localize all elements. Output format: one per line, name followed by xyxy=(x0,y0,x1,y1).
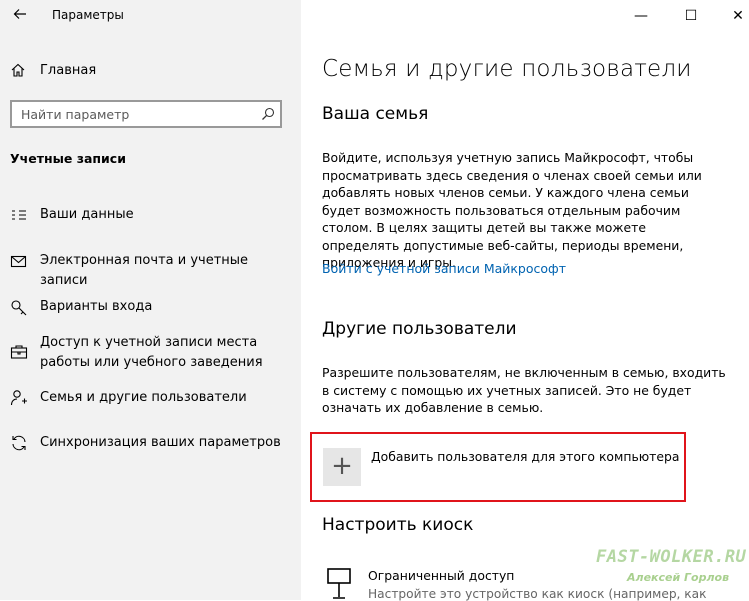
arrow-left-icon[interactable] xyxy=(10,6,30,26)
main-content: — ☐ ✕ Семья и другие пользователи Ваша с… xyxy=(301,0,749,601)
briefcase-icon xyxy=(10,345,28,359)
kiosk-heading: Настроить киоск xyxy=(322,515,474,535)
search-placeholder: Найти параметр xyxy=(21,107,130,122)
maximize-button[interactable]: ☐ xyxy=(681,6,701,26)
sidebar-item-work-access[interactable]: Доступ к учетной записи места работы или… xyxy=(0,333,301,373)
kiosk-icon xyxy=(327,568,351,599)
sidebar-item-label: Электронная почта и учетные записи xyxy=(40,253,249,288)
nav-home[interactable]: Главная xyxy=(0,56,301,86)
user-card-icon xyxy=(12,210,26,220)
plus-icon: + xyxy=(331,451,353,481)
microsoft-signin-link[interactable]: Войти с учетной записи Майкрософт xyxy=(322,261,566,276)
others-description: Разрешите пользователям, не включенным в… xyxy=(322,365,726,415)
page-title: Семья и другие пользователи xyxy=(322,56,692,82)
sidebar-item-label: Доступ к учетной записи места работы или… xyxy=(40,335,263,370)
minimize-button[interactable]: — xyxy=(631,6,651,26)
sidebar-item-label: Синхронизация ваших параметров xyxy=(40,435,281,450)
person-add-icon xyxy=(10,390,27,406)
app-title: Параметры xyxy=(52,8,124,22)
home-icon xyxy=(11,63,25,77)
highlight-frame xyxy=(310,432,686,502)
sidebar-item-sign-in[interactable]: Варианты входа xyxy=(0,297,301,319)
sidebar-item-your-info[interactable]: Ваши данные xyxy=(0,205,301,227)
sidebar-item-family[interactable]: Семья и другие пользователи xyxy=(0,388,301,410)
section-title: Учетные записи xyxy=(10,151,126,166)
mail-icon xyxy=(10,255,27,268)
kiosk-item-subtitle: Настройте это устройство как киоск (напр… xyxy=(368,587,707,601)
sync-icon xyxy=(12,435,26,451)
family-heading: Ваша семья xyxy=(322,104,429,124)
family-description: Войдите, используя учетную запись Майкро… xyxy=(322,150,702,270)
sidebar-item-label: Варианты входа xyxy=(40,299,153,314)
watermark-site: FAST-WOLKER.RU xyxy=(596,547,747,567)
close-button[interactable]: ✕ xyxy=(728,6,748,26)
search-icon[interactable] xyxy=(261,107,275,121)
add-user-button[interactable]: + xyxy=(323,448,361,486)
add-user-label[interactable]: Добавить пользователя для этого компьюте… xyxy=(371,449,679,464)
sidebar-item-sync[interactable]: Синхронизация ваших параметров xyxy=(0,433,301,455)
search-input[interactable]: Найти параметр xyxy=(10,100,282,128)
sidebar-item-email[interactable]: Электронная почта и учетные записи xyxy=(0,251,301,288)
others-heading: Другие пользователи xyxy=(322,319,517,339)
key-icon xyxy=(11,300,27,316)
sidebar-item-label: Ваши данные xyxy=(40,207,134,222)
watermark-author: Алексей Горлов xyxy=(627,571,730,584)
sidebar: Параметры Главная Найти параметр Учетные… xyxy=(0,0,301,600)
sidebar-item-label: Семья и другие пользователи xyxy=(40,390,247,405)
nav-home-label: Главная xyxy=(40,63,97,78)
kiosk-item-title[interactable]: Ограниченный доступ xyxy=(368,568,514,583)
